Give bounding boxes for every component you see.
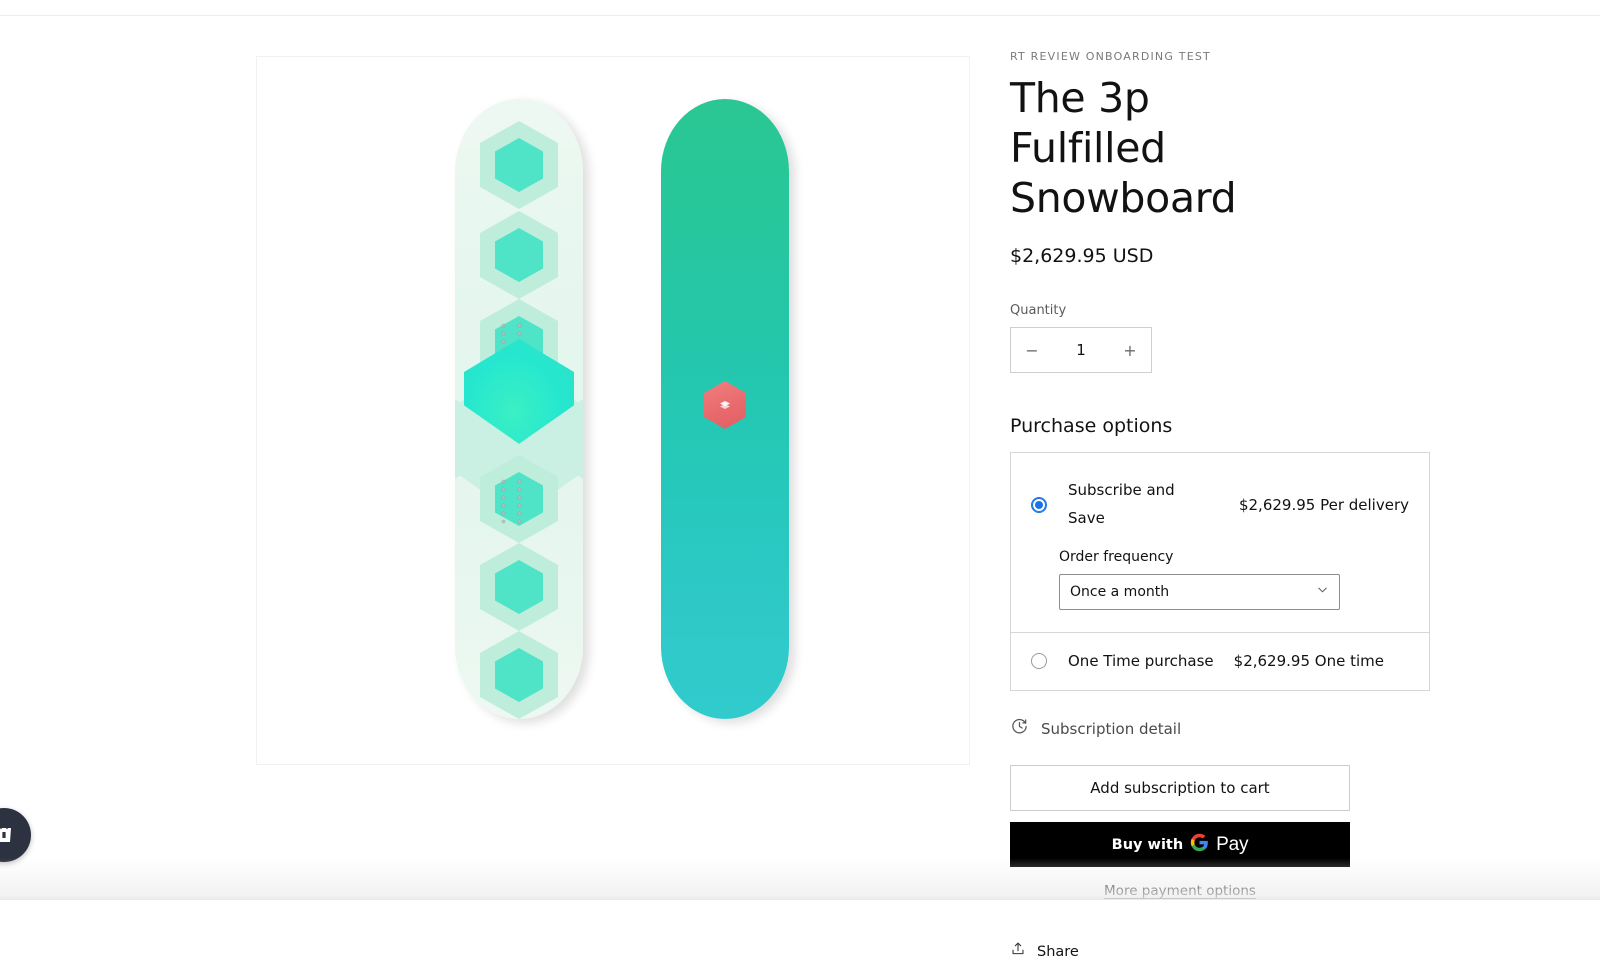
subscription-detail-toggle[interactable]: Subscription detail [1010, 717, 1430, 741]
page-title: The 3p Fulfilled Snowboard [1010, 74, 1237, 223]
more-payment-options-link[interactable]: More payment options [1010, 883, 1350, 899]
snowboard-base [661, 99, 789, 719]
add-subscription-to-cart-button[interactable]: Add subscription to cart [1010, 765, 1350, 812]
purchase-option-subscribe-price: $2,629.95 Per delivery [1238, 495, 1409, 514]
quantity-label: Quantity [1010, 303, 1067, 319]
product-price: $2,629.95 USD [1010, 245, 1154, 268]
share-label: Share [1037, 943, 1079, 960]
quantity-stepper[interactable]: − 1 + [1010, 327, 1152, 374]
gpay-prefix-label: Buy with [1111, 836, 1184, 853]
purchase-option-one-time[interactable]: One Time purchase $2,629.95 One time [1011, 631, 1429, 691]
order-frequency-value: Once a month [1070, 583, 1170, 600]
product-vendor: RT REVIEW ONBOARDING TEST [1010, 50, 1211, 63]
purchase-options-group: Subscribe and Save $2,629.95 Per deliver… [1010, 452, 1430, 692]
product-page: RT REVIEW ONBOARDING TEST The 3p Fulfill… [0, 0, 1600, 960]
quantity-input[interactable]: 1 [1053, 341, 1109, 359]
product-image[interactable] [257, 57, 969, 764]
product-info: RT REVIEW ONBOARDING TEST The 3p Fulfill… [1010, 50, 1430, 962]
purchase-option-subscribe[interactable]: Subscribe and Save $2,629.95 Per deliver… [1011, 453, 1429, 632]
quantity-increase-button[interactable]: + [1109, 328, 1151, 372]
order-frequency-label: Order frequency [1059, 548, 1174, 565]
radio-one-time-purchase[interactable] [1031, 653, 1047, 670]
clock-refresh-icon [1010, 717, 1029, 741]
header-divider [0, 15, 1600, 16]
buy-with-google-pay-button[interactable]: Buy with Pay [1010, 822, 1350, 868]
floating-cart-button[interactable] [0, 808, 31, 862]
brand-hex-logo [704, 381, 746, 429]
purchase-options-heading: Purchase options [1010, 415, 1173, 438]
product-gallery[interactable] [256, 56, 970, 765]
shopping-bag-icon [0, 821, 15, 850]
purchase-option-one-time-label: One Time purchase [1068, 651, 1214, 670]
google-g-icon [1190, 833, 1209, 856]
quantity-decrease-button[interactable]: − [1011, 328, 1053, 372]
order-frequency-select[interactable]: Once a month [1059, 573, 1340, 610]
gpay-suffix-label: Pay [1216, 833, 1249, 855]
purchase-option-one-time-price: $2,629.95 One time [1233, 652, 1384, 671]
share-button[interactable]: Share [1010, 941, 1430, 962]
radio-subscribe-and-save[interactable] [1031, 496, 1047, 513]
share-icon [1010, 941, 1026, 962]
purchase-option-subscribe-label: Subscribe and Save [1068, 481, 1175, 527]
snowboard-topsheet [455, 99, 583, 719]
chevron-down-icon [1316, 583, 1329, 600]
subscription-detail-label: Subscription detail [1041, 720, 1182, 739]
